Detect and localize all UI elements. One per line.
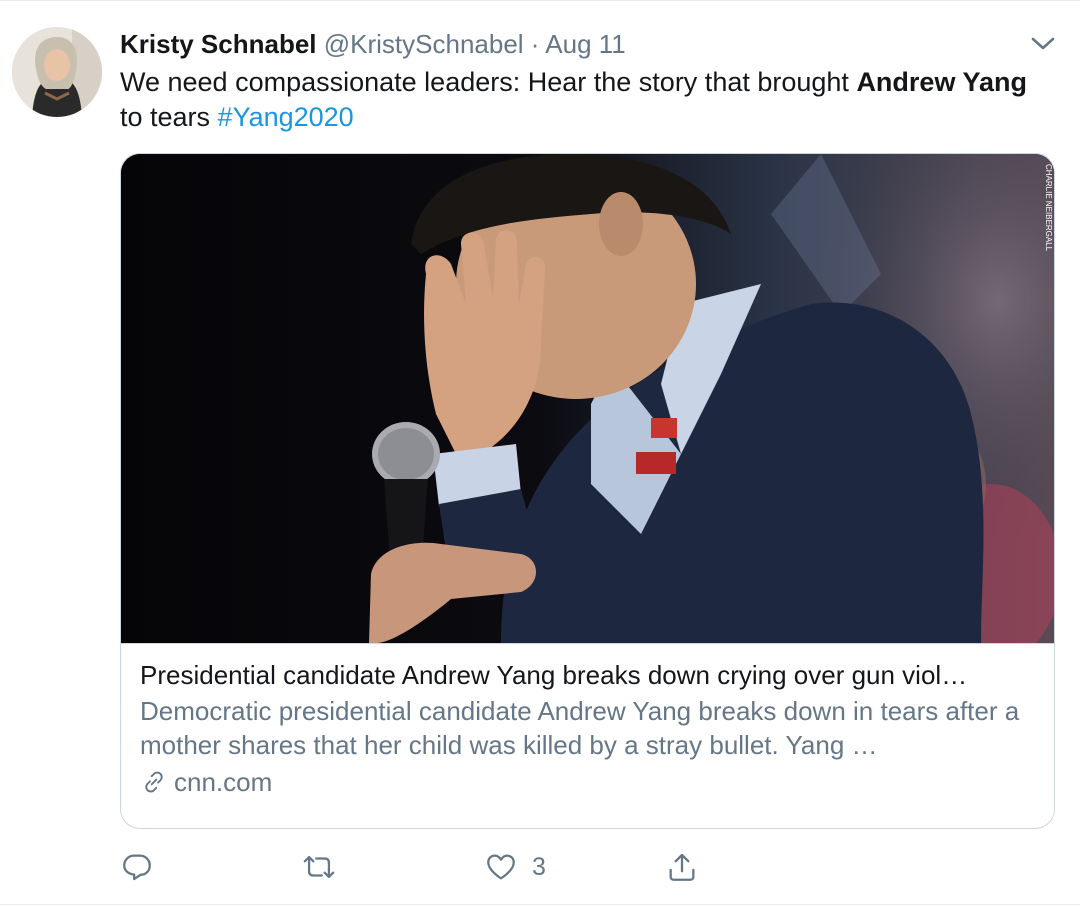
share-icon	[669, 853, 695, 881]
tweet-actions: 3	[120, 847, 720, 887]
card-title: Presidential candidate Andrew Yang break…	[140, 660, 968, 690]
share-button[interactable]	[665, 847, 699, 887]
link-card[interactable]: CHARLIE NEIBERGALL Presidential candidat…	[120, 153, 1055, 829]
like-button[interactable]: 3	[484, 847, 546, 887]
hashtag-link[interactable]: #Yang2020	[218, 102, 354, 132]
tweet-text: We need compassionate leaders: Hear the …	[120, 65, 1040, 135]
photo-credit: CHARLIE NEIBERGALL	[1044, 164, 1053, 252]
card-description: Democratic presidential candidate Andrew…	[140, 696, 1020, 760]
chevron-down-icon[interactable]	[1026, 31, 1060, 57]
reply-icon	[123, 854, 151, 881]
tweet-text-part1: We need compassionate leaders: Hear the …	[120, 67, 857, 97]
tweet-date[interactable]: Aug 11	[545, 29, 625, 59]
author-handle[interactable]: @KristySchnabel	[324, 29, 524, 59]
like-count: 3	[532, 852, 546, 881]
author-name[interactable]: Kristy Schnabel	[120, 29, 317, 59]
separator-dot: ·	[530, 29, 540, 59]
retweet-icon	[303, 855, 335, 879]
tweet-text-bold: Andrew Yang	[856, 67, 1027, 97]
card-domain: cnn.com	[140, 765, 272, 799]
card-domain-text: cnn.com	[174, 767, 273, 797]
card-image: CHARLIE NEIBERGALL	[121, 154, 1054, 643]
avatar[interactable]	[12, 27, 102, 117]
card-body: Presidential candidate Andrew Yang break…	[121, 643, 1054, 828]
tweet-text-part2: to tears	[120, 102, 218, 132]
like-icon	[487, 854, 515, 880]
tweet-header: Kristy Schnabel @KristySchnabel · Aug 11	[120, 27, 626, 61]
retweet-button[interactable]	[300, 847, 352, 887]
reply-button[interactable]	[120, 847, 168, 887]
tweet[interactable]: Kristy Schnabel @KristySchnabel · Aug 11…	[0, 0, 1080, 905]
link-icon	[145, 771, 163, 793]
